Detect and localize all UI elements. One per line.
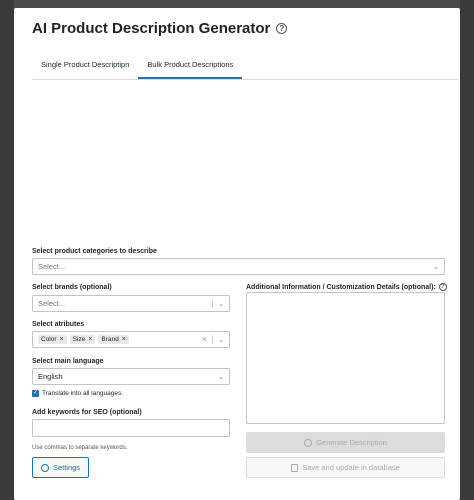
modal-title-text: AI Product Description Generator <box>32 20 271 37</box>
keywords-hint: Use commas to separate keywords. <box>32 445 128 451</box>
brands-select[interactable]: Select... ⌄ <box>32 295 230 312</box>
settings-label: Settings <box>52 463 81 472</box>
tab-single-product[interactable]: Single Product Descriptipn <box>32 54 138 79</box>
document-icon <box>291 463 299 472</box>
additional-label: Additional Information / Customization D… <box>246 283 436 291</box>
attributes-select[interactable]: Color × Size × Brand × × ⌄ <box>32 331 230 348</box>
brands-label: Select brands (optional) <box>32 284 112 291</box>
backdrop-left <box>0 0 14 500</box>
language-value: English <box>38 372 63 381</box>
chevron-down-icon: ⌄ <box>218 300 224 308</box>
tab-bar: Single Product Descriptipn Bulk Product … <box>32 54 458 80</box>
attribute-chip-size: Size × <box>69 335 96 344</box>
brands-placeholder: Select... <box>38 299 66 308</box>
settings-button[interactable]: Settings <box>32 457 89 478</box>
language-select[interactable]: English ⌄ <box>32 368 230 385</box>
sparkle-icon <box>304 438 313 447</box>
generate-label: Generate Description <box>316 438 387 447</box>
modal-title: AI Product Description Generator ? <box>32 20 288 37</box>
help-icon[interactable]: ? <box>276 23 288 34</box>
chip-label: Size <box>72 336 86 343</box>
backdrop-right <box>460 0 474 500</box>
remove-chip-icon[interactable]: × <box>88 336 92 343</box>
save-update-button[interactable]: Save and update in database <box>246 457 445 478</box>
chip-label: Color <box>41 336 57 343</box>
remove-chip-icon[interactable]: × <box>122 336 126 343</box>
tab-bulk-products[interactable]: Bulk Product Descriptions <box>138 54 243 79</box>
attribute-chip-color: Color × <box>38 335 67 344</box>
keywords-label: Add keywords for SEO (optional) <box>32 409 142 416</box>
clear-all-icon[interactable]: × <box>202 334 207 344</box>
categories-select[interactable]: Select... ⌄ <box>32 258 445 275</box>
chevron-down-icon: ⌄ <box>218 336 224 344</box>
translate-row: ✓ Translate into all languages. <box>32 390 123 397</box>
categories-placeholder: Select... <box>38 262 66 271</box>
help-icon[interactable]: ? <box>438 283 447 291</box>
remove-chip-icon[interactable]: × <box>60 336 64 343</box>
gear-icon <box>40 463 49 472</box>
categories-label: Select product categories to describe <box>32 248 157 255</box>
chevron-down-icon: ⌄ <box>218 373 224 381</box>
attribute-chip-brand: Brand × <box>98 335 129 344</box>
keywords-input[interactable] <box>32 419 230 437</box>
translate-checkbox[interactable]: ✓ <box>32 390 39 397</box>
chevron-down-icon: ⌄ <box>433 263 439 271</box>
attributes-label: Select atributes <box>32 321 85 328</box>
chip-label: Brand <box>101 336 119 343</box>
additional-info-textarea[interactable] <box>246 292 445 424</box>
language-label: Select main language <box>32 358 104 365</box>
generate-description-button[interactable]: Generate Description <box>246 432 445 453</box>
save-label: Save and update in database <box>302 463 400 472</box>
generator-modal: AI Product Description Generator ? Singl… <box>14 8 460 500</box>
translate-label: Translate into all languages. <box>42 390 124 397</box>
additional-label-row: Additional Information / Customization D… <box>246 283 447 291</box>
